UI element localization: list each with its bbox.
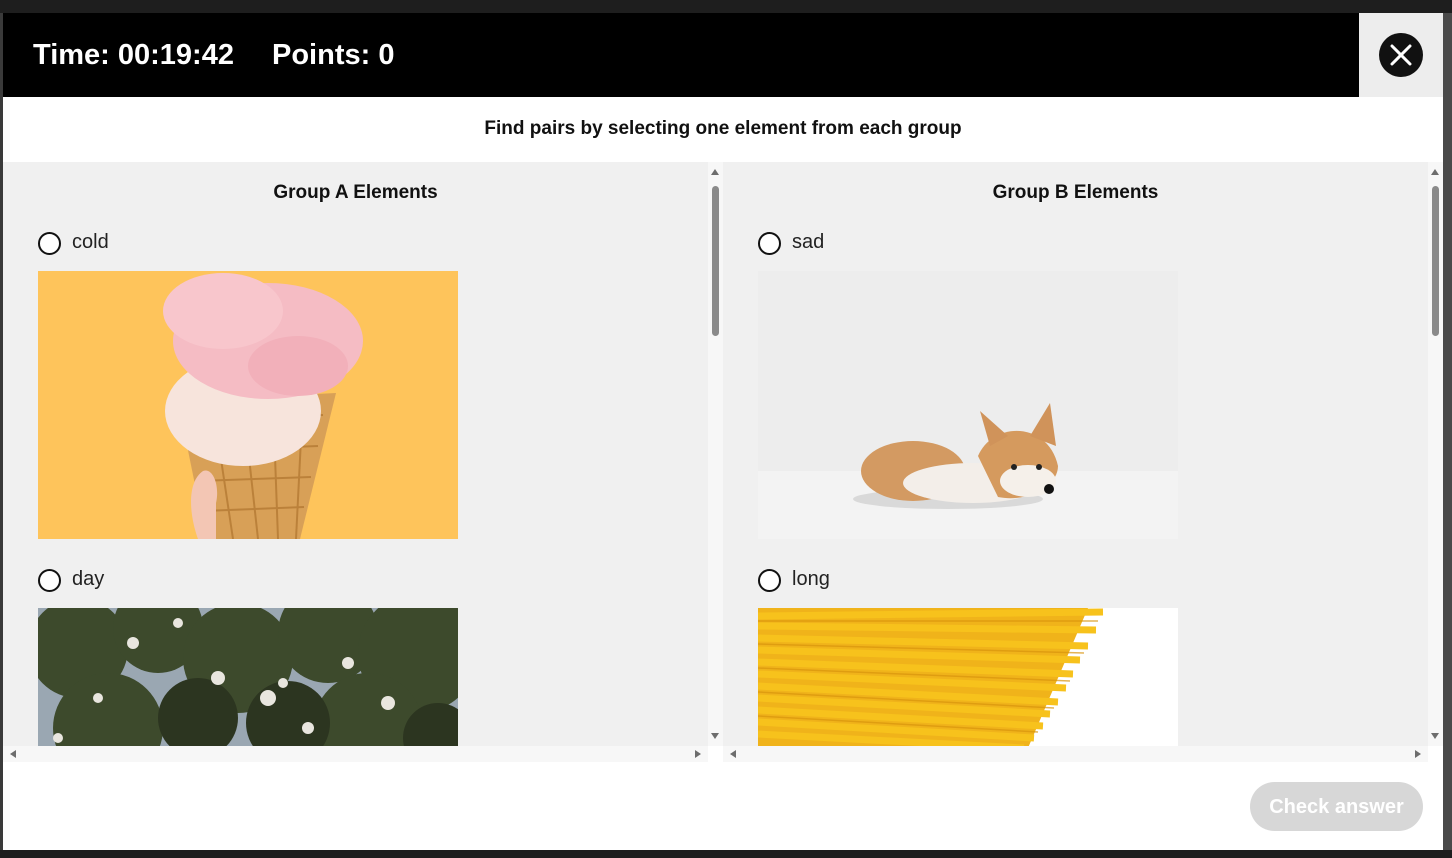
- close-icon: [1390, 44, 1412, 66]
- radio-button[interactable]: [758, 569, 781, 592]
- game-header: Time: 00:19:42 Points: 0: [3, 13, 1359, 97]
- scroll-up-arrow-icon[interactable]: [1431, 169, 1439, 175]
- scroll-right-arrow-icon[interactable]: [695, 750, 701, 758]
- group-b-vertical-scrollbar[interactable]: [1428, 162, 1443, 746]
- scroll-down-arrow-icon[interactable]: [1431, 733, 1439, 739]
- background-edge: [1443, 13, 1452, 850]
- scroll-up-arrow-icon[interactable]: [711, 169, 719, 175]
- scroll-down-arrow-icon[interactable]: [711, 733, 719, 739]
- group-a-panel: Group A Elements cold day: [3, 162, 708, 762]
- check-answer-button[interactable]: Check answer: [1250, 782, 1423, 831]
- option-label: day: [72, 568, 105, 590]
- group-b-panel: Group B Elements sad long: [723, 162, 1428, 762]
- spaghetti-photo: [758, 608, 1178, 762]
- radio-button[interactable]: [38, 232, 61, 255]
- timer: Time: 00:19:42: [33, 39, 234, 71]
- scrollbar-thumb[interactable]: [712, 186, 719, 336]
- instruction-text: Find pairs by selecting one element from…: [484, 118, 962, 139]
- points-counter: Points: 0: [272, 39, 395, 71]
- spaghetti-image[interactable]: [758, 608, 1178, 762]
- radio-button[interactable]: [38, 569, 61, 592]
- option-label: long: [792, 568, 830, 590]
- close-area: [1359, 13, 1443, 97]
- close-button[interactable]: [1379, 33, 1423, 77]
- scroll-left-arrow-icon[interactable]: [730, 750, 736, 758]
- browser-top-strip: [0, 0, 1452, 13]
- scrollbar-thumb[interactable]: [1432, 186, 1439, 336]
- group-a-vertical-scrollbar[interactable]: [708, 162, 723, 746]
- group-b-title: Group B Elements: [992, 182, 1159, 203]
- browser-bottom-strip: [0, 850, 1452, 858]
- radio-button[interactable]: [758, 232, 781, 255]
- scroll-right-arrow-icon[interactable]: [1415, 750, 1421, 758]
- group-a-horizontal-scrollbar[interactable]: [3, 746, 708, 762]
- scroll-left-arrow-icon[interactable]: [10, 750, 16, 758]
- flowering-tree-photo: [38, 608, 458, 762]
- dog-image[interactable]: [758, 271, 1178, 539]
- option-label: sad: [792, 231, 825, 253]
- group-a-title: Group A Elements: [273, 182, 438, 203]
- option-label: cold: [72, 231, 109, 253]
- ice-cream-cone-photo: [38, 271, 458, 539]
- ice-cream-image[interactable]: [38, 271, 458, 539]
- group-b-horizontal-scrollbar[interactable]: [723, 746, 1428, 762]
- game-modal: Time: 00:19:42 Points: 0 Find pairs by s…: [3, 13, 1443, 850]
- corgi-dog-lying-photo: [758, 271, 1178, 539]
- tree-image[interactable]: [38, 608, 458, 762]
